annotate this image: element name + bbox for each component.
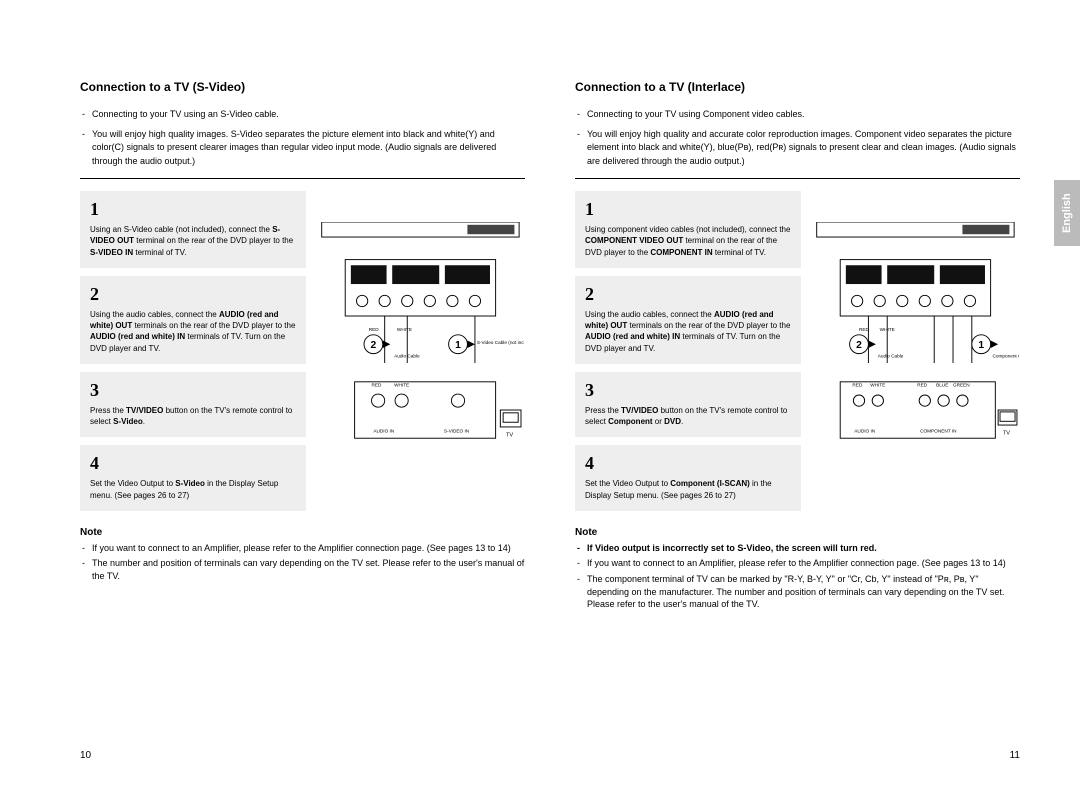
svg-text:RED: RED (859, 327, 870, 332)
page-number-right: 11 (1010, 750, 1020, 761)
step-number: 1 (585, 197, 791, 222)
step-number: 3 (585, 378, 791, 403)
step-4: 4 Set the Video Output to Component (I-S… (575, 445, 801, 511)
svg-text:AUDIO IN: AUDIO IN (374, 429, 395, 434)
page-left: Connection to a TV (S-Video) Connecting … (80, 80, 525, 785)
svg-text:TV: TV (1003, 430, 1010, 436)
step-1: 1 Using component video cables (not incl… (575, 191, 801, 268)
steps-right: 1 Using component video cables (not incl… (575, 191, 801, 519)
diagram-svideo: 2 1 Audio Cable S-Video Cable (not inclu… (316, 191, 525, 451)
note-item: If you want to connect to an Amplifier, … (80, 542, 525, 555)
note-heading: Note (575, 527, 1020, 538)
steps-left: 1 Using an S-Video cable (not included),… (80, 191, 306, 519)
language-tab: English (1054, 180, 1080, 246)
svg-text:RED: RED (369, 327, 380, 332)
step-text: Press the TV/VIDEO button on the TV's re… (90, 406, 292, 426)
svg-text:Component Cable (not included): Component Cable (not included) (993, 353, 1019, 358)
svg-text:RED: RED (372, 383, 383, 388)
note-item: The component terminal of TV can be mark… (575, 573, 1020, 611)
svg-text:S-Video Cable (not included): S-Video Cable (not included) (477, 340, 524, 345)
step-number: 2 (90, 282, 296, 307)
step-1: 1 Using an S-Video cable (not included),… (80, 191, 306, 268)
note-item: The number and position of terminals can… (80, 557, 525, 582)
intro-right: Connecting to your TV using Component vi… (575, 108, 1020, 168)
diagram-component: 2 1 Audio Cable Component Cable (not inc… (811, 191, 1020, 451)
step-text: Using the audio cables, connect the AUDI… (585, 310, 790, 353)
svg-text:Audio Cable: Audio Cable (878, 353, 904, 358)
step-text: Press the TV/VIDEO button on the TV's re… (585, 406, 787, 426)
note-heading: Note (80, 527, 525, 538)
step-number: 4 (90, 451, 296, 476)
heading-left: Connection to a TV (S-Video) (80, 80, 525, 94)
svg-text:1: 1 (455, 340, 461, 351)
intro-item: You will enjoy high quality and accurate… (575, 128, 1020, 169)
intro-item: Connecting to your TV using an S-Video c… (80, 108, 525, 122)
divider (80, 178, 525, 179)
notes-left: If you want to connect to an Amplifier, … (80, 542, 525, 583)
svg-text:WHITE: WHITE (397, 327, 412, 332)
step-number: 4 (585, 451, 791, 476)
svg-text:Audio Cable: Audio Cable (394, 353, 420, 358)
step-number: 1 (90, 197, 296, 222)
page-numbers: 10 11 (80, 750, 1020, 761)
step-3: 3 Press the TV/VIDEO button on the TV's … (575, 372, 801, 438)
svg-text:WHITE: WHITE (394, 383, 409, 388)
intro-item: You will enjoy high quality images. S-Vi… (80, 128, 525, 169)
divider (575, 178, 1020, 179)
step-4: 4 Set the Video Output to S-Video in the… (80, 445, 306, 511)
svg-text:AUDIO IN: AUDIO IN (854, 429, 875, 434)
step-2: 2 Using the audio cables, connect the AU… (575, 276, 801, 364)
manual-spread: Connection to a TV (S-Video) Connecting … (0, 0, 1080, 785)
notes-right: If Video output is incorrectly set to S-… (575, 542, 1020, 611)
svg-text:WHITE: WHITE (870, 383, 885, 388)
step-3: 3 Press the TV/VIDEO button on the TV's … (80, 372, 306, 438)
svg-text:COMPONENT IN: COMPONENT IN (920, 429, 956, 434)
step-text: Using an S-Video cable (not included), c… (90, 225, 293, 256)
step-2: 2 Using the audio cables, connect the AU… (80, 276, 306, 364)
page-right: Connection to a TV (Interlace) Connectin… (575, 80, 1020, 785)
connection-diagram-icon: 2 1 Audio Cable Component Cable (not inc… (812, 222, 1019, 466)
body-left: 1 Using an S-Video cable (not included),… (80, 191, 525, 519)
step-text: Using the audio cables, connect the AUDI… (90, 310, 295, 353)
note-warning: If Video output is incorrectly set to S-… (575, 542, 1020, 555)
intro-left: Connecting to your TV using an S-Video c… (80, 108, 525, 168)
step-text: Set the Video Output to S-Video in the D… (90, 479, 278, 499)
intro-item: Connecting to your TV using Component vi… (575, 108, 1020, 122)
svg-text:RED: RED (917, 383, 928, 388)
connection-diagram-icon: 2 1 Audio Cable S-Video Cable (not inclu… (317, 222, 524, 466)
svg-text:WHITE: WHITE (880, 327, 895, 332)
svg-text:TV: TV (506, 432, 513, 438)
step-text: Using component video cables (not includ… (585, 225, 790, 256)
body-right: 1 Using component video cables (not incl… (575, 191, 1020, 519)
step-number: 2 (585, 282, 791, 307)
svg-text:2: 2 (371, 340, 377, 351)
svg-text:BLUE: BLUE (936, 383, 948, 388)
svg-text:GREEN: GREEN (953, 383, 970, 388)
svg-text:2: 2 (856, 340, 862, 351)
svg-text:S-VIDEO IN: S-VIDEO IN (444, 429, 469, 434)
note-item: If you want to connect to an Amplifier, … (575, 557, 1020, 570)
heading-right: Connection to a TV (Interlace) (575, 80, 1020, 94)
svg-text:1: 1 (979, 340, 985, 351)
step-text: Set the Video Output to Component (I-SCA… (585, 479, 772, 499)
page-number-left: 10 (80, 750, 91, 761)
svg-text:RED: RED (853, 383, 864, 388)
step-number: 3 (90, 378, 296, 403)
